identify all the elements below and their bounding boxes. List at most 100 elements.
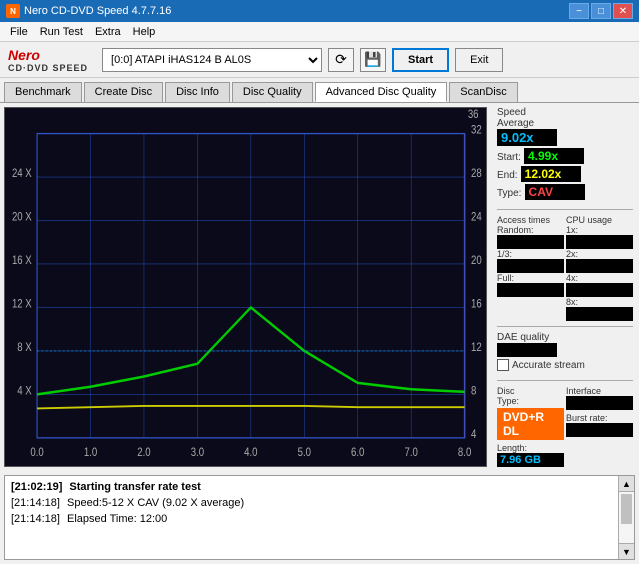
chart-container: 4 X 8 X 12 X 16 X 20 X 24 X 4 8 12 16 20…	[4, 107, 487, 467]
log-row-2: [21:14:18] Elapsed Time: 12:00	[11, 511, 628, 527]
svg-text:3.0: 3.0	[191, 446, 204, 459]
refresh-button[interactable]: ⟳	[328, 48, 354, 72]
menu-extra[interactable]: Extra	[89, 24, 127, 40]
one-third-value	[497, 259, 564, 273]
type-label: Type:	[497, 188, 521, 199]
disc-label: Disc	[497, 386, 564, 396]
scrollbar-thumb[interactable]	[621, 494, 632, 524]
svg-text:32: 32	[471, 124, 482, 137]
scrollbar-track	[619, 492, 634, 543]
random-label: Random:	[497, 225, 564, 235]
random-value	[497, 235, 564, 249]
cpu-2x-value	[566, 259, 633, 273]
minimize-button[interactable]: −	[569, 3, 589, 19]
tab-benchmark[interactable]: Benchmark	[4, 82, 82, 102]
svg-text:20: 20	[471, 254, 482, 267]
titlebar-controls[interactable]: − □ ✕	[569, 3, 633, 19]
speed-section: Speed Average 9.02x Start: 4.99x End: 12…	[497, 107, 633, 200]
nero-brand-bottom: CD·DVD SPEED	[8, 63, 88, 73]
log-scrollbar[interactable]: ▲ ▼	[618, 476, 634, 559]
full-value	[497, 283, 564, 297]
tab-create-disc[interactable]: Create Disc	[84, 82, 163, 102]
menubar: File Run Test Extra Help	[0, 22, 639, 42]
dae-label: DAE quality	[497, 332, 633, 343]
svg-text:24 X: 24 X	[12, 167, 32, 180]
tab-disc-quality[interactable]: Disc Quality	[232, 82, 313, 102]
save-button[interactable]: 💾	[360, 48, 386, 72]
menu-help[interactable]: Help	[127, 24, 162, 40]
svg-text:24: 24	[471, 211, 482, 224]
accurate-stream-label: Accurate stream	[512, 360, 585, 371]
end-label: End:	[497, 170, 518, 181]
log-content: [21:02:19] Starting transfer rate test […	[5, 476, 634, 543]
cpu-usage-block: CPU usage 1x: 2x: 4x: 8x:	[566, 215, 633, 321]
svg-text:4.0: 4.0	[244, 446, 257, 459]
app-icon: N	[6, 4, 20, 18]
interface-value	[566, 396, 633, 410]
log-row-1: [21:14:18] Speed:5-12 X CAV (9.02 X aver…	[11, 495, 628, 511]
start-label: Start:	[497, 152, 521, 163]
tab-advanced-disc-quality[interactable]: Advanced Disc Quality	[315, 82, 448, 102]
tab-scan-disc[interactable]: ScanDisc	[449, 82, 517, 102]
maximize-button[interactable]: □	[591, 3, 611, 19]
svg-text:4: 4	[471, 428, 476, 441]
exit-button[interactable]: Exit	[455, 48, 503, 72]
log-area: [21:02:19] Starting transfer rate test […	[4, 475, 635, 560]
accurate-stream-row: Accurate stream	[497, 359, 633, 371]
log-text-2: Elapsed Time: 12:00	[67, 513, 167, 525]
one-third-label: 1/3:	[497, 249, 564, 259]
drive-selector[interactable]: [0:0] ATAPI iHAS124 B AL0S	[102, 48, 322, 72]
full-label: Full:	[497, 273, 564, 283]
svg-text:7.0: 7.0	[404, 446, 417, 459]
svg-text:36: 36	[468, 108, 479, 121]
type-value: CAV	[525, 184, 585, 200]
start-value: 4.99x	[524, 148, 584, 164]
log-time-0: [21:02:19]	[11, 481, 62, 493]
speed-label: Speed	[497, 107, 633, 118]
cpu-2x-label: 2x:	[566, 249, 633, 259]
dae-section: DAE quality Accurate stream	[497, 332, 633, 371]
access-times-block: Access times Random: 1/3: Full:	[497, 215, 564, 321]
tab-disc-info[interactable]: Disc Info	[165, 82, 230, 102]
svg-text:0.0: 0.0	[30, 446, 43, 459]
svg-text:8 X: 8 X	[17, 341, 31, 354]
main-section: 4 X 8 X 12 X 16 X 20 X 24 X 4 8 12 16 20…	[0, 103, 639, 471]
scrollbar-up-button[interactable]: ▲	[619, 476, 634, 492]
svg-text:8.0: 8.0	[458, 446, 471, 459]
interface-block: Interface Burst rate:	[566, 386, 633, 467]
average-label: Average	[497, 118, 633, 129]
start-button[interactable]: Start	[392, 48, 449, 72]
log-time-2: [21:14:18]	[11, 513, 60, 525]
dae-value	[497, 343, 557, 357]
close-button[interactable]: ✕	[613, 3, 633, 19]
svg-text:2.0: 2.0	[137, 446, 150, 459]
svg-text:16 X: 16 X	[12, 254, 32, 267]
disc-block: Disc Type: DVD+R DL Length: 7.96 GB	[497, 386, 564, 467]
cpu-8x-label: 8x:	[566, 297, 633, 307]
cpu-4x-label: 4x:	[566, 273, 633, 283]
svg-text:12: 12	[471, 341, 482, 354]
log-text-0: Starting transfer rate test	[69, 481, 200, 493]
disc-type-label: Type:	[497, 396, 564, 406]
scrollbar-down-button[interactable]: ▼	[619, 543, 634, 559]
cpu-1x-value	[566, 235, 633, 249]
access-speed-section: Access times Random: 1/3: Full: CPU usag…	[497, 215, 633, 321]
menu-run-test[interactable]: Run Test	[34, 24, 89, 40]
titlebar: N Nero CD-DVD Speed 4.7.7.16 − □ ✕	[0, 0, 639, 22]
titlebar-left: N Nero CD-DVD Speed 4.7.7.16	[6, 4, 171, 18]
cpu-label: CPU usage	[566, 215, 633, 225]
disc-type-badge: DVD+R DL	[497, 408, 564, 440]
nero-brand-top: Nero	[8, 47, 40, 63]
log-text-1: Speed:5-12 X CAV (9.02 X average)	[67, 497, 244, 509]
average-value: 9.02x	[497, 129, 557, 146]
accurate-stream-checkbox[interactable]	[497, 359, 509, 371]
tab-bar: Benchmark Create Disc Disc Info Disc Qua…	[0, 78, 639, 103]
speed-chart: 4 X 8 X 12 X 16 X 20 X 24 X 4 8 12 16 20…	[5, 108, 486, 466]
disc-interface-section: Disc Type: DVD+R DL Length: 7.96 GB Inte…	[497, 386, 633, 467]
content-area: 4 X 8 X 12 X 16 X 20 X 24 X 4 8 12 16 20…	[0, 103, 639, 564]
svg-text:16: 16	[471, 298, 482, 311]
svg-text:1.0: 1.0	[84, 446, 97, 459]
menu-file[interactable]: File	[4, 24, 34, 40]
log-row-0: [21:02:19] Starting transfer rate test	[11, 479, 628, 495]
toolbar: Nero CD·DVD SPEED [0:0] ATAPI iHAS124 B …	[0, 42, 639, 78]
